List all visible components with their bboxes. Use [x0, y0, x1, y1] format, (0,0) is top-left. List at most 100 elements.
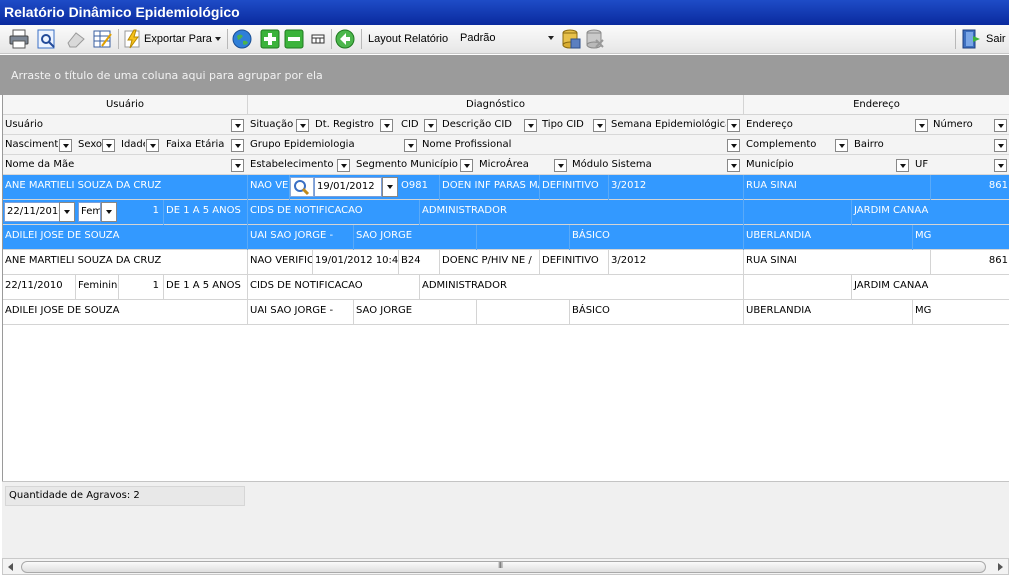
column-header-faixa-etaria[interactable]: Faixa Etária: [164, 135, 230, 155]
scroll-left-icon[interactable]: [8, 563, 13, 571]
band-diagnostico[interactable]: Diagnóstico: [248, 95, 744, 115]
column-header-nascimento[interactable]: Nascimento: [3, 135, 58, 155]
filter-estabelecimento-button[interactable]: [337, 159, 350, 172]
column-header-dt-registro[interactable]: Dt. Registro: [313, 115, 380, 135]
filter-uf-button[interactable]: [994, 159, 1007, 172]
globe-button[interactable]: [231, 28, 253, 50]
group-by-panel[interactable]: Arraste o título de uma coluna aqui para…: [0, 55, 1009, 95]
scrollbar-thumb[interactable]: III: [21, 561, 986, 573]
filter-numero-button[interactable]: [994, 119, 1007, 132]
column-header-nome-mae[interactable]: Nome da Mãe: [3, 155, 231, 175]
remove-button[interactable]: [283, 28, 305, 50]
cell-sexo: Feminino: [76, 275, 119, 300]
column-header-usuario[interactable]: Usuário: [3, 115, 231, 135]
nascimento-dropdown-button[interactable]: [59, 202, 75, 222]
cell-endereco: RUA SINAI: [744, 175, 931, 200]
column-header-bairro[interactable]: Bairro: [852, 135, 992, 155]
cell-idade: 1: [119, 200, 164, 225]
filter-descricao-cid-button[interactable]: [524, 119, 537, 132]
edit-grid-button[interactable]: [92, 28, 114, 50]
export-button[interactable]: Exportar Para: [122, 28, 221, 50]
dt-registro-dropdown-button[interactable]: [382, 177, 398, 197]
filter-grupo-epidemiologia-button[interactable]: [404, 139, 417, 152]
filter-segmento-municipio-button[interactable]: [460, 159, 473, 172]
nascimento-editor[interactable]: 22/11/2010: [4, 202, 65, 222]
cell-municipio: UBERLANDIA: [744, 300, 913, 325]
column-header-microarea[interactable]: MicroÁrea: [477, 155, 553, 175]
filter-nome-mae-button[interactable]: [231, 159, 244, 172]
filter-cid-button[interactable]: [424, 119, 437, 132]
preview-button[interactable]: [36, 28, 58, 50]
column-header-uf[interactable]: UF: [913, 155, 993, 175]
filter-modulo-sistema-button[interactable]: [727, 159, 740, 172]
table-row[interactable]: ADILEI JOSE DE SOUZA UAI SAO JORGE - SAO…: [3, 300, 1009, 325]
filter-municipio-button[interactable]: [896, 159, 909, 172]
cell-usuario: ANE MARTIELI SOUZA DA CRUZ: [3, 250, 248, 275]
filter-situacao-button[interactable]: [296, 119, 309, 132]
cell-uf: MG: [915, 230, 932, 241]
column-chooser-button[interactable]: [307, 28, 329, 50]
sexo-editor[interactable]: Feminino: [78, 202, 101, 222]
filter-microarea-button[interactable]: [554, 159, 567, 172]
add-button[interactable]: [259, 28, 281, 50]
filter-tipo-cid-button[interactable]: [593, 119, 606, 132]
column-header-semana[interactable]: Semana Epidemiológica: [609, 115, 726, 135]
column-header-municipio[interactable]: Município: [744, 155, 894, 175]
save-layout-button[interactable]: [560, 28, 582, 50]
filter-sexo-button[interactable]: [102, 139, 115, 152]
exit-button[interactable]: Sair: [960, 28, 1006, 50]
filter-dt-registro-button[interactable]: [380, 119, 393, 132]
scroll-right-icon[interactable]: [998, 563, 1003, 571]
column-header-grupo-epidemiologia[interactable]: Grupo Epidemiologia: [248, 135, 404, 155]
cell-descricao-cid: DOEN INF PARAS MAT: [440, 175, 540, 200]
column-header-estabelecimento[interactable]: Estabelecimento: [248, 155, 336, 175]
layout-select[interactable]: Padrão: [458, 30, 556, 48]
filter-nome-profissional-button[interactable]: [727, 139, 740, 152]
cell-cid: O981: [399, 175, 440, 200]
table-row[interactable]: ANE MARTIELI SOUZA DA CRUZ NAO VERIFICAD…: [3, 175, 1009, 200]
table-row[interactable]: 22/11/2010 Feminino 1 DE 1 A 5 ANOS CIDS…: [3, 200, 1009, 225]
column-header-segmento-municipio[interactable]: Segmento Município: [354, 155, 460, 175]
cell-tipo-cid: DEFINITIVO: [540, 175, 609, 200]
printer-icon: [8, 28, 30, 50]
filter-complemento-button[interactable]: [835, 139, 848, 152]
cell-uf: MG: [915, 305, 932, 316]
column-header-nome-profissional[interactable]: Nome Profissional: [420, 135, 727, 155]
window-title: Relatório Dinâmico Epidemiológico: [0, 0, 1009, 25]
column-header-idade[interactable]: Idade: [119, 135, 145, 155]
delete-layout-button[interactable]: [584, 28, 606, 50]
column-header-complemento[interactable]: Complemento: [744, 135, 833, 155]
exit-label: Sair: [986, 33, 1006, 45]
horizontal-scrollbar[interactable]: III: [2, 558, 1009, 575]
table-row[interactable]: ADILEI JOSE DE SOUZA UAI SAO JORGE - SAO…: [3, 225, 1009, 250]
filter-semana-button[interactable]: [727, 119, 740, 132]
column-header-situacao[interactable]: Situação: [248, 115, 296, 135]
filter-endereco-button[interactable]: [915, 119, 928, 132]
dt-registro-editor[interactable]: 19/01/2012: [314, 177, 382, 197]
column-header-tipo-cid[interactable]: Tipo CID: [540, 115, 592, 135]
filter-usuario-button[interactable]: [231, 119, 244, 132]
band-endereco[interactable]: Endereço: [744, 95, 1009, 115]
band-usuario[interactable]: Usuário: [3, 95, 248, 115]
filter-faixa-etaria-button[interactable]: [231, 139, 244, 152]
print-button[interactable]: [8, 28, 30, 50]
back-button[interactable]: [334, 28, 356, 50]
column-header-endereco[interactable]: Endereço: [744, 115, 914, 135]
column-header-modulo-sistema[interactable]: Módulo Sistema: [570, 155, 726, 175]
exit-door-icon: [960, 28, 982, 50]
column-header-descricao-cid[interactable]: Descrição CID: [440, 115, 523, 135]
column-header-numero[interactable]: Número: [931, 115, 993, 135]
filter-nascimento-button[interactable]: [59, 139, 72, 152]
edit-grid-icon: [92, 28, 114, 50]
clear-button[interactable]: [64, 28, 86, 50]
column-header-sexo[interactable]: Sexo: [76, 135, 102, 155]
column-header-cid[interactable]: CID: [399, 115, 423, 135]
table-row[interactable]: 22/11/2010 Feminino 1 DE 1 A 5 ANOS CIDS…: [3, 275, 1009, 300]
database-delete-icon: [584, 28, 606, 50]
table-row[interactable]: ANE MARTIELI SOUZA DA CRUZ NAO VERIFICAD…: [3, 250, 1009, 275]
lookup-button[interactable]: [290, 177, 314, 197]
cell-faixa-etaria: DE 1 A 5 ANOS: [164, 275, 248, 300]
filter-idade-button[interactable]: [146, 139, 159, 152]
sexo-dropdown-button[interactable]: [101, 202, 117, 222]
filter-bairro-button[interactable]: [994, 139, 1007, 152]
